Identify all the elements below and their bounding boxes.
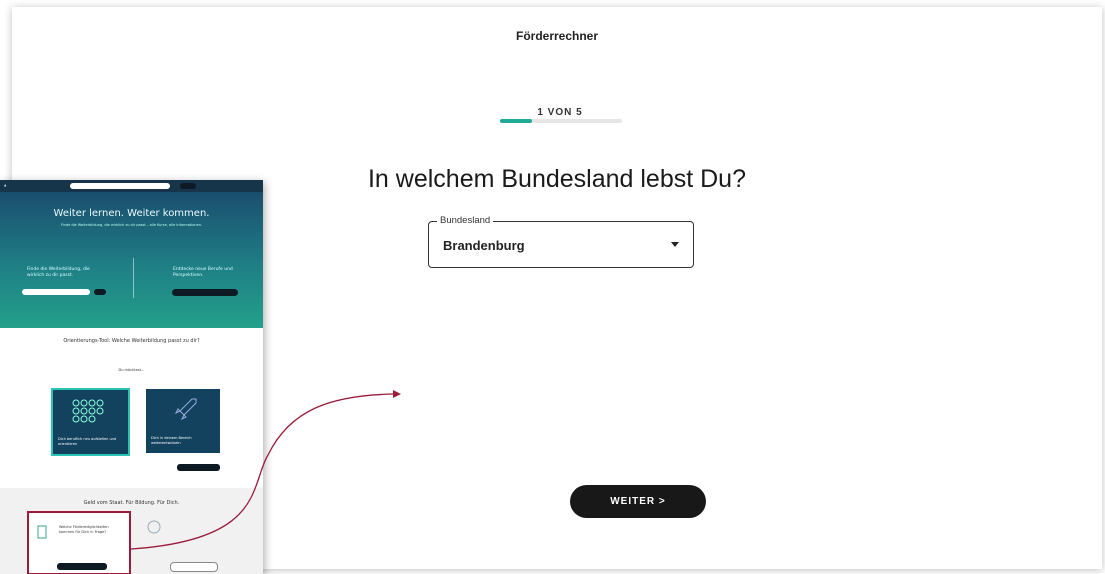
preview-highlight-text: Welche Fördermöglichkeiten kommen für Di… xyxy=(59,525,109,534)
website-preview: ▲ Weiter lernen. Weiter kommen. Finde di… xyxy=(0,180,263,574)
step-indicator: 1 VON 5 xyxy=(537,107,583,118)
preview-hero-title: Weiter lernen. Weiter kommen. xyxy=(53,208,210,219)
preview-money-title: Geld vom Staat. Für Bildung. Für Dich. xyxy=(83,500,180,506)
grid-dots-icon xyxy=(72,399,104,423)
preview-hero-subtitle: Finde die Weiterbildung, die wirklich zu… xyxy=(60,223,203,227)
preview-highlighted-box: Welche Fördermöglichkeiten kommen für Di… xyxy=(27,511,131,574)
caret-down-icon xyxy=(671,242,679,247)
state-select-value: Brandenburg xyxy=(443,238,525,253)
preview-top-bar: ▲ xyxy=(0,180,263,192)
next-button[interactable]: WEITER > xyxy=(570,485,706,518)
preview-orientation-title: Orientierungs-Tool: Welche Weiterbildung… xyxy=(63,338,200,344)
rocket-icon xyxy=(174,398,197,421)
preview-highlight-button xyxy=(57,563,107,570)
preview-search-input xyxy=(70,183,170,189)
preview-find-text: Finde die Weiterbildung, die wirklich zu… xyxy=(27,267,90,278)
preview-card-reorient: Dich beruflich neu aufstellen und orient… xyxy=(51,388,130,456)
preview-prompt: Du möchtest… xyxy=(118,368,145,372)
preview-card1-text: Dich beruflich neu aufstellen und orient… xyxy=(58,437,117,446)
preview-card-develop: Dich in deinem Bereich weiterentwickeln xyxy=(146,389,220,453)
progress-bar xyxy=(500,119,622,123)
logo: ▲ xyxy=(4,183,7,187)
preview-divider xyxy=(133,258,134,298)
preview-card-button xyxy=(177,464,220,471)
preview-discover-text: Entdecke neue Berufe und Perspektiven. xyxy=(173,267,233,278)
preview-hero: Weiter lernen. Weiter kommen. Finde die … xyxy=(0,192,263,328)
preview-search-button xyxy=(180,183,196,189)
app-title: Förderrechner xyxy=(515,29,599,43)
document-icon xyxy=(37,525,47,539)
state-select[interactable]: Bundesland Brandenburg xyxy=(428,215,694,268)
preview-find-input xyxy=(22,289,90,295)
preview-card2-text: Dich in deinem Bereich weiterentwickeln xyxy=(151,436,192,445)
preview-discover-button xyxy=(172,289,238,296)
progress-bar-fill xyxy=(500,119,532,123)
preview-right-button xyxy=(170,562,218,572)
coins-icon xyxy=(147,520,161,534)
state-select-legend: Bundesland xyxy=(437,215,494,226)
preview-find-button xyxy=(94,289,106,295)
